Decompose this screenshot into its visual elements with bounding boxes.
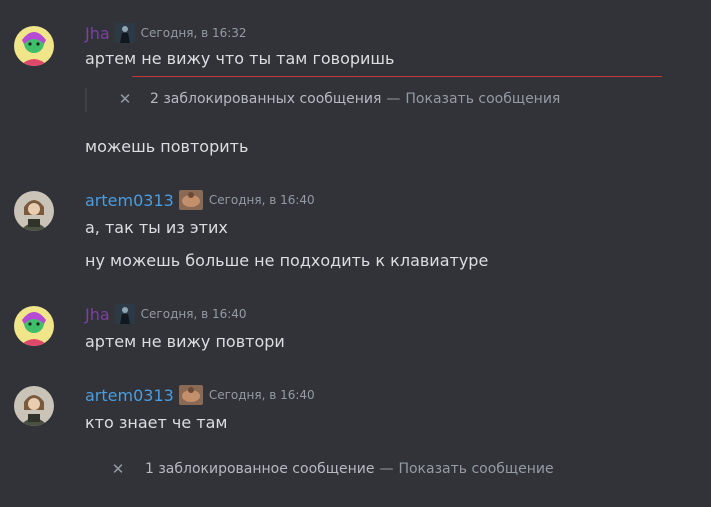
muscle-badge-icon (178, 190, 203, 210)
message-text: а, так ты из этих (85, 218, 228, 237)
message-text: можешь повторить (85, 137, 249, 156)
message-text: кто знает че там (85, 413, 228, 432)
message-header: artem0313 Сегодня, в 16:40 (85, 190, 315, 210)
message-text: артем не вижу повтори (85, 332, 285, 351)
jha-avatar[interactable] (14, 306, 54, 346)
username[interactable]: Jha (85, 24, 110, 43)
dark-figure-badge-icon (114, 304, 135, 324)
separator-dash: — (379, 461, 394, 477)
blocked-messages-notice: ✕ 2 заблокированных сообщения — Показать… (118, 90, 561, 108)
username[interactable]: artem0313 (85, 386, 174, 405)
timestamp[interactable]: Сегодня, в 16:40 (141, 307, 247, 321)
message-header: Jha Сегодня, в 16:40 (85, 304, 247, 324)
timestamp[interactable]: Сегодня, в 16:32 (141, 26, 247, 40)
blocked-bar (85, 88, 87, 112)
username[interactable]: Jha (85, 305, 110, 324)
artem-avatar[interactable] (14, 191, 54, 231)
username[interactable]: artem0313 (85, 191, 174, 210)
chat-messages: Jha Сегодня, в 16:32 артем не вижу что т… (0, 0, 711, 507)
artem-avatar[interactable] (14, 386, 54, 426)
new-messages-divider (132, 76, 662, 77)
blocked-count: 2 заблокированных сообщения (150, 91, 382, 107)
dark-figure-badge-icon (114, 23, 135, 43)
close-icon[interactable]: ✕ (111, 460, 125, 478)
message-header: Jha Сегодня, в 16:32 (85, 23, 247, 43)
message-text: артем не вижу что ты там говоришь (85, 49, 395, 68)
jha-avatar[interactable] (14, 26, 54, 66)
blocked-messages-notice: ✕ 1 заблокированное сообщение — Показать… (111, 460, 554, 478)
show-message-link[interactable]: Показать сообщение (398, 461, 553, 477)
message-text: ну можешь больше не подходить к клавиату… (85, 251, 489, 270)
timestamp[interactable]: Сегодня, в 16:40 (209, 388, 315, 402)
blocked-count: 1 заблокированное сообщение (145, 461, 375, 477)
separator-dash: — (386, 91, 401, 107)
timestamp[interactable]: Сегодня, в 16:40 (209, 193, 315, 207)
message-header: artem0313 Сегодня, в 16:40 (85, 385, 315, 405)
show-messages-link[interactable]: Показать сообщения (405, 91, 560, 107)
muscle-badge-icon (178, 385, 203, 405)
close-icon[interactable]: ✕ (118, 90, 132, 108)
